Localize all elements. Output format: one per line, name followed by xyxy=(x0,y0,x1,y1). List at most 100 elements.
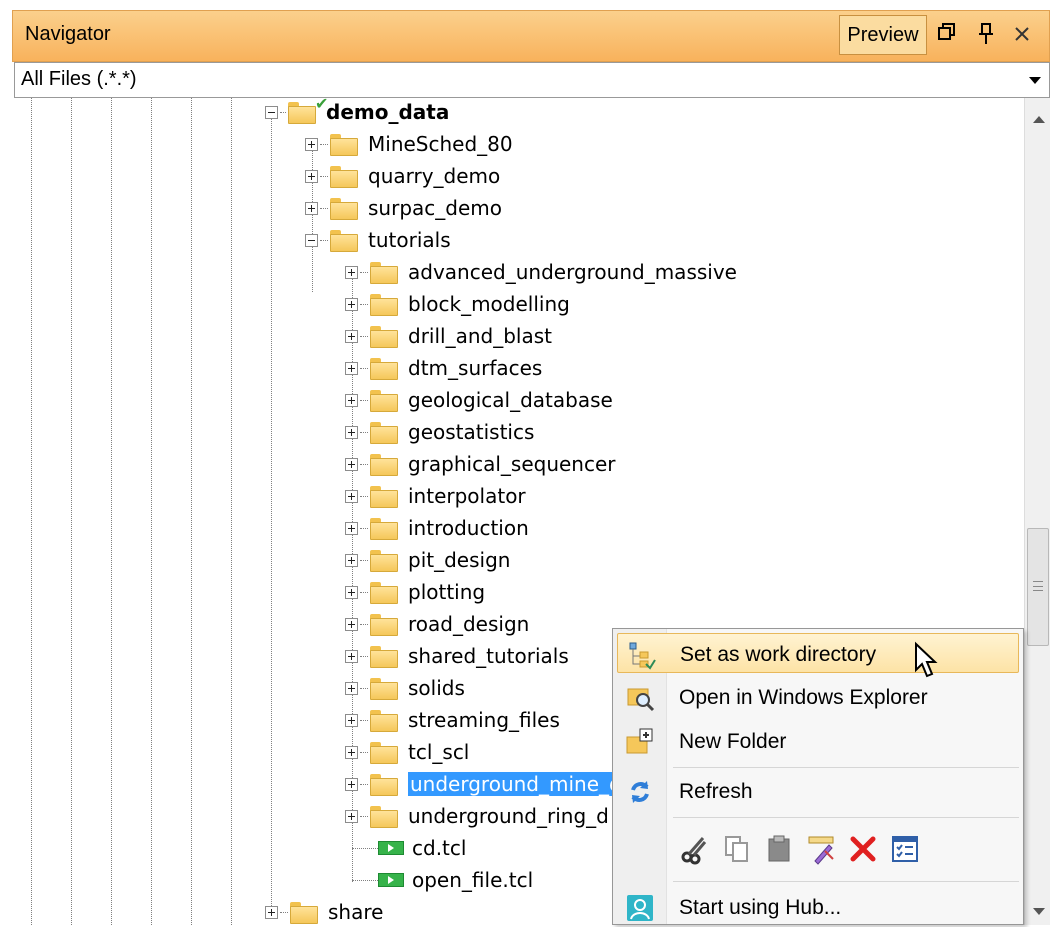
menu-toolbar xyxy=(679,833,921,867)
expand-toggle-icon[interactable] xyxy=(345,585,358,599)
tree-node[interactable]: introduction xyxy=(345,512,529,544)
expand-toggle-icon[interactable] xyxy=(305,137,318,151)
folder-icon xyxy=(370,774,398,796)
tree-node-label: introduction xyxy=(408,516,529,540)
restore-window-icon[interactable] xyxy=(931,19,961,49)
tree-node[interactable]: tcl_scl xyxy=(345,736,469,768)
expand-toggle-icon[interactable] xyxy=(345,297,358,311)
expand-toggle-icon[interactable] xyxy=(345,553,358,567)
tree-guide-line xyxy=(111,98,112,925)
folder-icon xyxy=(330,166,358,188)
folder-icon xyxy=(370,742,398,764)
expand-toggle-icon[interactable] xyxy=(345,681,358,695)
expand-toggle-icon[interactable] xyxy=(345,425,358,439)
check-icon: ✔ xyxy=(315,98,329,113)
mouse-pointer-icon xyxy=(915,641,938,678)
tree-node-label: road_design xyxy=(408,612,530,636)
tree-node[interactable]: interpolator xyxy=(345,480,526,512)
tree-node-label: tutorials xyxy=(368,228,451,252)
expand-toggle-icon[interactable] xyxy=(345,329,358,343)
scroll-up-icon[interactable] xyxy=(1033,116,1045,123)
properties-icon[interactable] xyxy=(889,833,921,865)
tree-node[interactable]: solids xyxy=(345,672,465,704)
tree-node-label: underground_mine_d xyxy=(408,772,624,796)
tree-node[interactable]: advanced_underground_massive xyxy=(345,256,737,288)
copy-icon[interactable] xyxy=(721,833,753,865)
tree-node[interactable]: graphical_sequencer xyxy=(345,448,616,480)
tree-node[interactable]: geostatistics xyxy=(345,416,534,448)
tree-node[interactable]: quarry_demo xyxy=(305,160,500,192)
close-icon[interactable] xyxy=(1007,19,1037,49)
vertical-scrollbar[interactable] xyxy=(1024,98,1050,925)
expand-toggle-icon[interactable] xyxy=(345,649,358,663)
delete-icon[interactable] xyxy=(847,833,879,865)
collapse-toggle-icon[interactable] xyxy=(305,233,318,247)
folder-icon xyxy=(370,806,398,828)
tree-node-label: MineSched_80 xyxy=(368,132,513,156)
tree-node[interactable]: MineSched_80 xyxy=(305,128,513,160)
folder-icon xyxy=(370,614,398,636)
tree-node[interactable]: road_design xyxy=(345,608,529,640)
tree-node-tutorials[interactable]: tutorials xyxy=(305,224,451,256)
tree-node[interactable]: plotting xyxy=(345,576,485,608)
tree-node-label: drill_and_blast xyxy=(408,324,552,348)
expand-toggle-icon[interactable] xyxy=(305,169,318,183)
preview-button[interactable]: Preview xyxy=(839,15,927,55)
tcl-script-icon xyxy=(378,841,404,855)
folder-icon xyxy=(370,358,398,380)
tree-node[interactable]: drill_and_blast xyxy=(345,320,552,352)
tree-node-label: tcl_scl xyxy=(408,740,470,764)
hub-icon xyxy=(627,895,653,921)
rename-icon[interactable] xyxy=(805,833,837,865)
expand-toggle-icon[interactable] xyxy=(345,361,358,375)
tree-node[interactable]: geological_database xyxy=(345,384,613,416)
menu-item-set-work-directory[interactable]: Set as work directory xyxy=(617,633,1019,673)
expand-toggle-icon[interactable] xyxy=(345,265,358,279)
tree-node-label: pit_design xyxy=(408,548,511,572)
folder-icon xyxy=(370,710,398,732)
tree-node[interactable]: underground_ring_d xyxy=(345,800,609,832)
tree-node[interactable]: surpac_demo xyxy=(305,192,502,224)
file-filter-select[interactable]: All Files (.*.*) xyxy=(14,62,1050,98)
tree-node[interactable]: block_modelling xyxy=(345,288,570,320)
folder-open-icon xyxy=(330,230,358,252)
pin-icon[interactable] xyxy=(971,19,1001,49)
cut-icon[interactable] xyxy=(679,833,711,865)
expand-toggle-icon[interactable] xyxy=(345,393,358,407)
menu-item-start-hub[interactable]: Start using Hub... xyxy=(617,887,1019,927)
tree-node[interactable]: shared_tutorials xyxy=(345,640,569,672)
expand-toggle-icon[interactable] xyxy=(345,521,358,535)
expand-toggle-icon[interactable] xyxy=(345,489,358,503)
tree-node-share[interactable]: share xyxy=(265,896,383,925)
set-work-directory-icon xyxy=(629,642,656,670)
expand-toggle-icon[interactable] xyxy=(345,809,358,823)
file-filter-value: All Files (.*.*) xyxy=(21,68,137,90)
tree-node-label: graphical_sequencer xyxy=(408,452,616,476)
tree-node[interactable]: dtm_surfaces xyxy=(345,352,542,384)
navigator-title-bar: Navigator Preview xyxy=(12,10,1050,62)
expand-toggle-icon[interactable] xyxy=(265,905,278,919)
paste-icon[interactable] xyxy=(763,833,795,865)
expand-toggle-icon[interactable] xyxy=(345,745,358,759)
menu-item-new-folder[interactable]: New Folder xyxy=(617,721,1019,761)
tree-node[interactable]: streaming_files xyxy=(345,704,560,736)
tree-guide-line xyxy=(191,98,192,925)
tree-node-label: advanced_underground_massive xyxy=(408,260,737,284)
expand-toggle-icon[interactable] xyxy=(345,713,358,727)
folder-open-check-icon xyxy=(288,102,316,124)
expand-toggle-icon[interactable] xyxy=(345,777,358,791)
tree-file[interactable]: open_file.tcl xyxy=(352,864,533,896)
tree-node-demo-data[interactable]: ✔ demo_data xyxy=(265,98,449,128)
scroll-thumb[interactable] xyxy=(1027,528,1049,646)
menu-item-refresh[interactable]: Refresh xyxy=(617,771,1019,811)
expand-toggle-icon[interactable] xyxy=(345,457,358,471)
tree-node-selected[interactable]: underground_mine_d xyxy=(345,768,624,800)
expand-toggle-icon[interactable] xyxy=(345,617,358,631)
collapse-toggle-icon[interactable] xyxy=(265,105,278,119)
scroll-down-icon[interactable] xyxy=(1033,908,1045,915)
menu-item-open-explorer[interactable]: Open in Windows Explorer xyxy=(617,677,1019,717)
tree-node[interactable]: pit_design xyxy=(345,544,510,576)
folder-icon xyxy=(370,582,398,604)
expand-toggle-icon[interactable] xyxy=(305,201,318,215)
tree-file[interactable]: cd.tcl xyxy=(352,832,466,864)
